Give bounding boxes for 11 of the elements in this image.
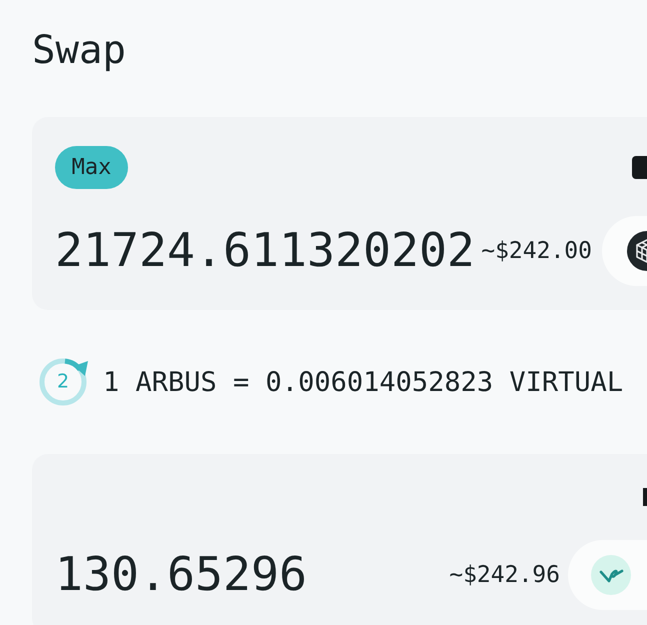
usd-value: ~$242.00	[481, 238, 592, 264]
refresh-icon[interactable]	[38, 357, 88, 407]
exchange-rate: 1 ARBUS = 0.006014052823 VIRTUAL	[103, 366, 624, 398]
text-fragment	[643, 488, 647, 506]
token-logo-icon	[591, 555, 631, 595]
refresh-countdown: 2	[56, 372, 70, 392]
amount-field[interactable]: 130.65296	[55, 549, 450, 601]
amount-field[interactable]: 21724.611320202	[55, 225, 482, 277]
usd-value: ~$242.96	[449, 562, 560, 588]
page-title: Swap	[32, 27, 127, 70]
max-button[interactable]: Max	[55, 146, 128, 189]
